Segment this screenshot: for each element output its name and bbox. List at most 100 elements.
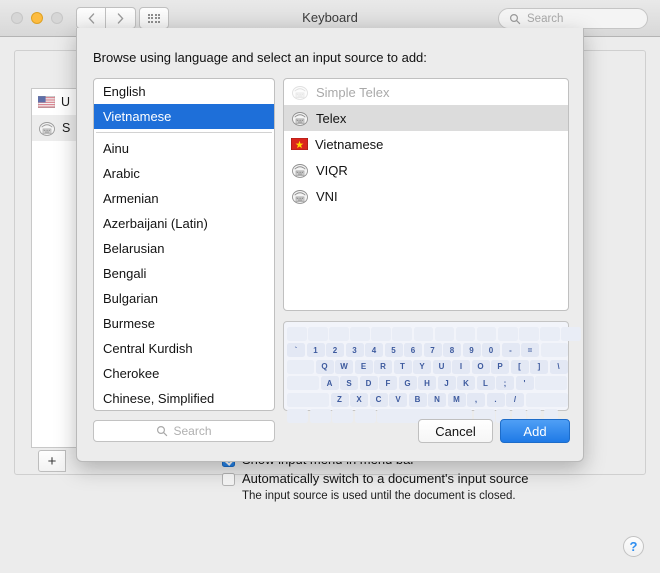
key-k: K [457,376,475,390]
vn-flag-icon [291,138,308,150]
language-item-bulgarian[interactable]: Bulgarian [94,286,274,311]
keyboard-row-numbers: ` 1 2 3 4 5 6 7 8 9 0 - = [287,343,568,358]
language-item-belarusian[interactable]: Belarusian [94,236,274,261]
key-l: L [476,376,495,390]
language-label: Arabic [103,166,140,181]
key-option-left [332,409,353,423]
key-comma: , [467,392,485,407]
language-label: Chinese, Simplified [103,391,215,406]
key-y: Y [413,359,431,374]
key-w: W [335,359,353,374]
question-mark-icon: ? [629,539,638,554]
key-command-left [354,409,376,423]
language-label: English [103,84,146,99]
language-item-bengali[interactable]: Bengali [94,261,274,286]
key-u: U [432,359,451,374]
key-backslash: \ [549,359,568,374]
keyboard-row-qwerty: Q W E R T Y U I O P [ ] \ [287,359,568,374]
language-label: Belarusian [103,241,165,256]
input-source-list[interactable]: Simple Telex Telex Vietnamese VIQR VNI [283,78,569,311]
key-n: N [428,392,446,407]
search-placeholder: Search [173,424,212,438]
key-j: J [437,376,456,390]
list-divider [96,132,272,133]
input-source-item-vni[interactable]: VNI [284,183,568,209]
key-blank [476,326,497,341]
key-blank [308,326,328,341]
input-source-label: Simple Telex [316,84,390,100]
input-method-icon [292,111,308,126]
language-item-azerbaijani[interactable]: Azerbaijani (Latin) [94,211,274,236]
language-item-vietnamese[interactable]: Vietnamese [94,104,274,129]
key-delete [540,343,568,357]
language-item-cherokee[interactable]: Cherokee [94,361,274,386]
key-blank [540,326,560,341]
key-period: . [486,392,505,407]
key-blank [392,326,413,341]
language-item-english[interactable]: English [94,79,274,104]
key-6: 6 [404,343,422,357]
language-item-chinese-simplified[interactable]: Chinese, Simplified [94,386,274,410]
language-label: Ainu [103,141,130,156]
language-label: Azerbaijani (Latin) [103,216,208,231]
language-list[interactable]: English Vietnamese Ainu Arabic Armenian … [93,78,275,411]
key-arrow-up [527,409,541,416]
search-icon [509,13,521,25]
option-label: Automatically switch to a document's inp… [242,471,529,486]
key-d: D [359,376,378,390]
key-4: 4 [365,343,383,357]
language-label: Armenian [103,191,159,206]
input-source-label: VNI [316,188,338,204]
key-b: B [408,392,427,407]
key-q: Q [315,359,334,374]
key-z: Z [330,392,349,407]
input-source-search-input[interactable]: Search [93,420,275,442]
add-input-source-button[interactable]: + [38,450,66,472]
key-blank [287,326,307,341]
preferences-search-input[interactable]: Search [498,8,648,29]
input-source-item-viqr[interactable]: VIQR [284,157,568,183]
option-row-auto-switch[interactable]: Automatically switch to a document's inp… [222,471,622,486]
key-blank [519,326,539,341]
key-a: A [320,376,339,390]
auto-switch-checkbox[interactable] [222,473,235,486]
key-p: P [491,359,509,374]
key-blank [497,326,518,341]
key-backtick: ` [287,343,305,357]
key-bracket-left: [ [510,359,529,374]
language-item-armenian[interactable]: Armenian [94,186,274,211]
key-m: M [447,392,466,407]
key-c: C [369,392,388,407]
key-capslock [287,376,319,390]
key-r: R [374,359,392,374]
help-button[interactable]: ? [623,536,644,557]
key-f: F [379,376,397,390]
language-label: Central Kurdish [103,341,193,356]
key-e: E [354,359,373,374]
language-item-ainu[interactable]: Ainu [94,136,274,161]
language-item-burmese[interactable]: Burmese [94,311,274,336]
key-blank [329,326,349,341]
key-0: 0 [482,343,500,357]
language-label: Vietnamese [103,109,172,124]
language-label: Bengali [103,266,147,281]
language-item-arabic[interactable]: Arabic [94,161,274,186]
key-1: 1 [306,343,325,357]
keyboard-layout-preview: ` 1 2 3 4 5 6 7 8 9 0 - = Q W E R T Y U … [283,321,581,423]
key-minus: - [501,343,520,357]
input-source-item-telex[interactable]: Telex [284,105,568,131]
input-source-item-vietnamese[interactable]: Vietnamese [284,131,568,157]
language-item-central-kurdish[interactable]: Central Kurdish [94,336,274,361]
search-placeholder: Search [527,12,564,25]
key-slash: / [506,392,524,407]
input-method-icon [292,163,308,178]
cancel-button[interactable]: Cancel [418,419,493,443]
key-return [535,376,567,390]
key-tab [287,359,314,374]
list-item-label: U [61,95,71,109]
add-button[interactable]: Add [500,419,570,443]
key-shift-right [525,392,568,407]
cancel-button-label: Cancel [435,423,476,439]
input-method-icon [292,189,308,204]
keyboard-preferences-window: U S + Show input menu in menu bar Automa… [0,0,660,573]
